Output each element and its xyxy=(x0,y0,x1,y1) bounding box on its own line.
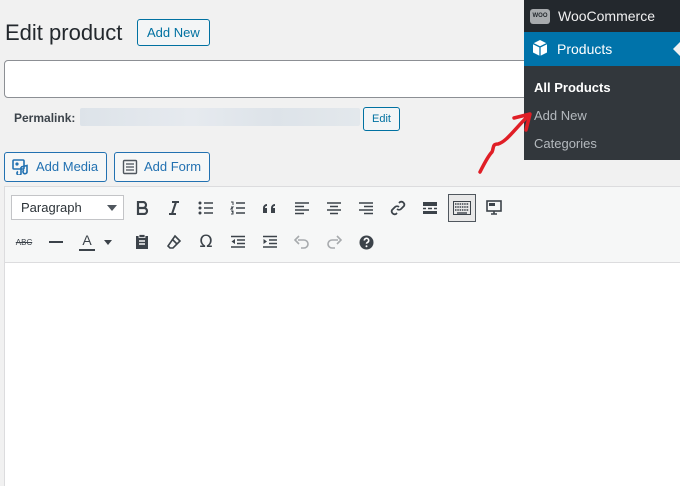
permalink-edit-button[interactable]: Edit xyxy=(363,107,400,131)
special-character-button[interactable]: Ω xyxy=(193,229,219,255)
submenu-item-all-products[interactable]: All Products xyxy=(534,80,611,95)
align-center-button[interactable] xyxy=(321,195,347,221)
content-editor: Paragraph ABC A Ω xyxy=(4,186,680,486)
submenu-item-add-new[interactable]: Add New xyxy=(534,108,587,123)
bulleted-list-icon xyxy=(198,201,213,215)
strikethrough-icon: ABC xyxy=(15,237,33,247)
annotation-arrow xyxy=(478,112,532,174)
caret-down-icon xyxy=(104,239,112,245)
help-icon xyxy=(359,235,373,249)
products-submenu: All Products Add New Categories xyxy=(524,66,680,160)
redo-button[interactable] xyxy=(321,229,347,255)
text-color-icon: A xyxy=(79,231,95,251)
blockquote-icon xyxy=(263,204,275,213)
bold-button[interactable] xyxy=(129,195,155,221)
undo-button[interactable] xyxy=(289,229,315,255)
form-icon xyxy=(122,159,138,175)
read-more-icon xyxy=(423,202,437,214)
increase-indent-button[interactable] xyxy=(257,229,283,255)
admin-menu: WOO WooCommerce Products All Products Ad… xyxy=(524,0,680,160)
indent-icon xyxy=(263,235,277,248)
clear-formatting-button[interactable] xyxy=(161,229,187,255)
align-left-button[interactable] xyxy=(289,195,315,221)
redo-icon xyxy=(327,235,342,249)
keyboard-shortcuts-button[interactable] xyxy=(353,229,379,255)
add-media-label: Add Media xyxy=(36,159,99,174)
format-select-value: Paragraph xyxy=(21,200,82,215)
align-center-icon xyxy=(327,202,341,215)
italic-button[interactable] xyxy=(161,195,187,221)
woocommerce-logo-icon: WOO xyxy=(530,8,550,24)
insert-link-button[interactable] xyxy=(385,195,411,221)
link-icon xyxy=(390,200,406,216)
page-title: Edit product xyxy=(5,20,123,45)
add-media-icon xyxy=(12,159,30,175)
align-right-icon xyxy=(359,202,373,215)
outdent-icon xyxy=(231,235,245,248)
strikethrough-button[interactable]: ABC xyxy=(11,229,37,255)
text-color-button[interactable]: A xyxy=(77,229,97,255)
monitor-icon xyxy=(486,200,502,215)
editor-content-area[interactable] xyxy=(5,264,680,486)
add-new-button[interactable]: Add New xyxy=(137,19,210,46)
submenu-item-categories[interactable]: Categories xyxy=(534,136,597,151)
clipboard-icon xyxy=(136,234,148,249)
omega-icon: Ω xyxy=(199,232,213,252)
decrease-indent-button[interactable] xyxy=(225,229,251,255)
permalink-url[interactable] xyxy=(80,108,360,126)
current-menu-arrow xyxy=(673,42,680,56)
horizontal-line-icon xyxy=(49,241,63,243)
distraction-free-button[interactable] xyxy=(481,195,507,221)
menu-item-products-label: Products xyxy=(557,41,613,57)
blockquote-button[interactable] xyxy=(257,195,283,221)
format-select[interactable]: Paragraph xyxy=(11,195,124,220)
add-form-label: Add Form xyxy=(144,159,202,174)
text-color-letter: A xyxy=(82,231,92,248)
menu-item-products[interactable]: Products xyxy=(524,32,680,66)
align-right-button[interactable] xyxy=(353,195,379,221)
menu-item-woocommerce[interactable]: WOO WooCommerce xyxy=(524,0,680,32)
bulleted-list-button[interactable] xyxy=(193,195,219,221)
toolbar-toggle-button[interactable] xyxy=(448,194,476,222)
editor-toolbar: Paragraph ABC A Ω xyxy=(5,187,680,263)
add-media-button[interactable]: Add Media xyxy=(4,152,108,182)
text-color-dropdown[interactable] xyxy=(101,229,115,255)
chevron-down-icon xyxy=(107,205,117,211)
permalink-label: Permalink: xyxy=(14,111,76,125)
horizontal-line-button[interactable] xyxy=(43,229,69,255)
numbered-list-button[interactable] xyxy=(225,195,251,221)
bold-icon xyxy=(136,201,149,215)
read-more-button[interactable] xyxy=(417,195,443,221)
eraser-icon xyxy=(166,234,182,249)
product-title-input[interactable] xyxy=(4,60,564,98)
keyboard-icon xyxy=(453,201,471,215)
paste-as-text-button[interactable] xyxy=(129,229,155,255)
products-box-icon xyxy=(531,39,549,60)
undo-icon xyxy=(294,235,309,249)
italic-icon xyxy=(169,201,179,215)
menu-item-woocommerce-label: WooCommerce xyxy=(558,8,655,24)
add-form-button[interactable]: Add Form xyxy=(114,152,211,182)
align-left-icon xyxy=(295,202,309,215)
numbered-list-icon xyxy=(230,201,245,215)
